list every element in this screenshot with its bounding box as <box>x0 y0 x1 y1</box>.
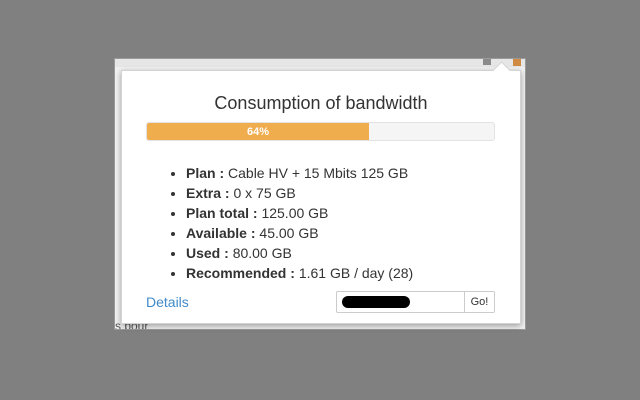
plan-value: Cable HV + 15 Mbits 125 GB <box>228 165 409 181</box>
account-input[interactable] <box>336 291 465 313</box>
available-value: 45.00 GB <box>259 225 319 241</box>
plan-total-label: Plan total : <box>186 205 258 221</box>
browser-toolbar <box>115 59 525 67</box>
extension-icon[interactable] <box>513 59 521 66</box>
window-control-icon[interactable] <box>483 59 491 65</box>
extra-label: Extra : <box>186 185 230 201</box>
list-item: Used : 80.00 GB <box>186 243 413 263</box>
recommended-label: Recommended : <box>186 265 295 281</box>
details-link[interactable]: Details <box>146 294 189 310</box>
plan-total-value: 125.00 GB <box>261 205 329 221</box>
list-item: Available : 45.00 GB <box>186 223 413 243</box>
go-button[interactable]: Go! <box>465 291 495 313</box>
available-label: Available : <box>186 225 256 241</box>
list-item: Plan : Cable HV + 15 Mbits 125 GB <box>186 163 413 183</box>
recommended-value: 1.61 GB / day (28) <box>298 265 414 281</box>
bandwidth-progress-bar: 64% <box>146 122 495 141</box>
list-item: Recommended : 1.61 GB / day (28) <box>186 263 413 283</box>
extra-value: 0 x 75 GB <box>233 185 296 201</box>
popup-title: Consumption of bandwidth <box>214 93 428 113</box>
go-form: Go! <box>336 291 495 313</box>
progress-fill: 64% <box>147 123 370 140</box>
usage-details-list: Plan : Cable HV + 15 Mbits 125 GB Extra … <box>169 163 413 283</box>
plan-label: Plan : <box>186 165 225 181</box>
redacted-value <box>342 296 410 308</box>
used-label: Used : <box>186 245 229 261</box>
extension-popup: Consumption of bandwidth 64% Plan : Cabl… <box>121 61 521 324</box>
list-item: Plan total : 125.00 GB <box>186 203 413 223</box>
list-item: Extra : 0 x 75 GB <box>186 183 413 203</box>
used-value: 80.00 GB <box>232 245 292 261</box>
